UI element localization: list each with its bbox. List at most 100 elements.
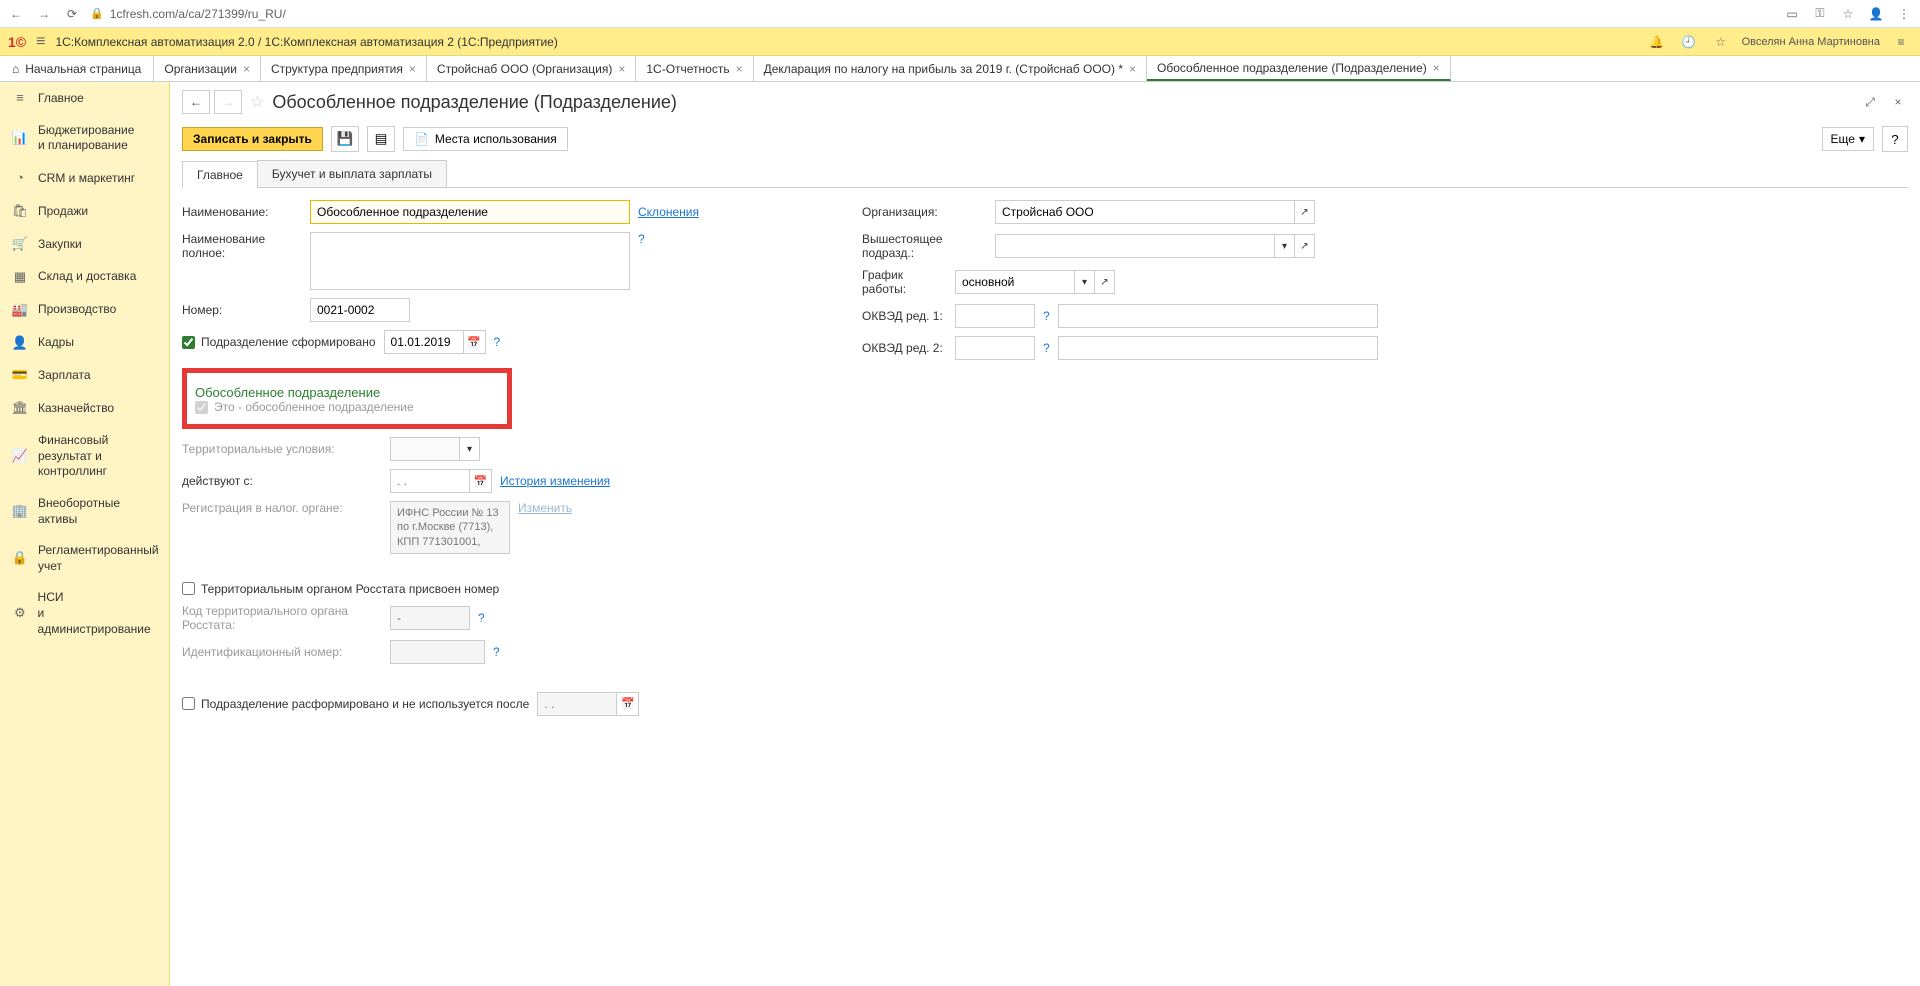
- help-rosstat-code[interactable]: ?: [478, 611, 485, 625]
- ext-icon-key[interactable]: ⚿: [1810, 4, 1830, 24]
- lock-icon: 🔒: [12, 550, 28, 567]
- parent-input[interactable]: [995, 234, 1275, 258]
- tab-structure[interactable]: Структура предприятия×: [261, 56, 427, 81]
- browser-reload[interactable]: ⟳: [62, 4, 82, 24]
- nav-salary[interactable]: 💳Зарплата: [0, 359, 169, 392]
- close-icon[interactable]: ×: [243, 62, 250, 76]
- open-icon[interactable]: ↗: [1295, 234, 1315, 258]
- subtabs: Главное Бухучет и выплата зарплаты: [182, 160, 1908, 188]
- browser-menu-icon[interactable]: ⋮: [1894, 4, 1914, 24]
- help-fullname[interactable]: ?: [638, 232, 645, 246]
- history-link[interactable]: История изменения: [500, 474, 610, 488]
- gear-icon: ⚙: [12, 605, 28, 622]
- subtab-accounting[interactable]: Бухучет и выплата зарплаты: [257, 160, 447, 187]
- url-text: 1cfresh.com/a/ca/271399/ru_RU/: [110, 7, 286, 21]
- nav-treasury[interactable]: 🏛Казначейство: [0, 392, 169, 425]
- okved1-code-input[interactable]: [955, 304, 1035, 328]
- user-name[interactable]: Овселян Анна Мартиновна: [1742, 36, 1880, 48]
- name-input[interactable]: [310, 200, 630, 224]
- nav-crm[interactable]: ◔CRM и маркетинг: [0, 162, 169, 195]
- tab-reporting[interactable]: 1С-Отчетность×: [636, 56, 753, 81]
- open-icon[interactable]: ↗: [1295, 200, 1315, 224]
- browser-star-icon[interactable]: ☆: [1838, 4, 1858, 24]
- close-icon[interactable]: ×: [1433, 61, 1440, 75]
- ext-icon-1[interactable]: ▭: [1782, 4, 1802, 24]
- nav-main[interactable]: ≡Главное: [0, 82, 169, 115]
- browser-forward[interactable]: →: [34, 4, 54, 24]
- tab-subdivision[interactable]: Обособленное подразделение (Подразделени…: [1147, 56, 1451, 81]
- okved1-desc-input[interactable]: [1058, 304, 1378, 328]
- home-tab-label: Начальная страница: [25, 62, 141, 76]
- nav-nsi[interactable]: ⚙НСИ и администрирование: [0, 582, 169, 645]
- doc-button[interactable]: ▤: [367, 126, 395, 152]
- okved2-desc-input[interactable]: [1058, 336, 1378, 360]
- favorite-star-icon[interactable]: ☆: [250, 92, 264, 112]
- chevron-down-icon[interactable]: ▾: [1275, 234, 1295, 258]
- chevron-down-icon[interactable]: ▾: [1075, 270, 1095, 294]
- subtab-main[interactable]: Главное: [182, 161, 258, 188]
- close-icon[interactable]: ×: [736, 62, 743, 76]
- url-bar[interactable]: 🔒 1cfresh.com/a/ca/271399/ru_RU/: [90, 7, 286, 21]
- nav-regulated[interactable]: 🔒Регламентированный учет: [0, 535, 169, 582]
- tab-declaration[interactable]: Декларация по налогу на прибыль за 2019 …: [754, 56, 1147, 81]
- okved2-code-input[interactable]: [955, 336, 1035, 360]
- detach-icon[interactable]: ⤢: [1860, 92, 1880, 112]
- nav-budget[interactable]: 📊Бюджетирование и планирование: [0, 115, 169, 162]
- home-icon: ⌂: [12, 62, 19, 76]
- help-okved2[interactable]: ?: [1043, 341, 1050, 355]
- onec-main-menu[interactable]: ≡: [36, 33, 45, 51]
- effective-date-input[interactable]: [390, 469, 470, 493]
- help-okved1[interactable]: ?: [1043, 309, 1050, 323]
- fullname-textarea[interactable]: [310, 232, 630, 290]
- org-input[interactable]: [995, 200, 1295, 224]
- onec-logo: 1©: [8, 34, 26, 50]
- browser-back[interactable]: ←: [6, 4, 26, 24]
- number-input[interactable]: [310, 298, 410, 322]
- help-idnum[interactable]: ?: [493, 645, 500, 659]
- help-formed[interactable]: ?: [494, 335, 501, 349]
- nav-warehouse[interactable]: ▦Склад и доставка: [0, 261, 169, 294]
- help-button[interactable]: ?: [1882, 126, 1908, 152]
- declension-link[interactable]: Склонения: [638, 205, 699, 219]
- disbanded-date-input: [537, 692, 617, 716]
- close-icon[interactable]: ×: [1129, 62, 1136, 76]
- star-icon[interactable]: ☆: [1710, 31, 1732, 53]
- change-link[interactable]: Изменить: [518, 501, 572, 515]
- home-tab[interactable]: ⌂ Начальная страница: [0, 56, 154, 81]
- nav-hr[interactable]: 👤Кадры: [0, 327, 169, 360]
- nav-finresult[interactable]: 📈Финансовый результат и контроллинг: [0, 425, 169, 488]
- label-fullname: Наименование полное:: [182, 232, 302, 260]
- nav-assets[interactable]: 🏢Внеоборотные активы: [0, 488, 169, 535]
- nav-back-button[interactable]: ←: [182, 90, 210, 114]
- user-menu-icon[interactable]: ≡: [1890, 31, 1912, 53]
- formed-date-input[interactable]: [384, 330, 464, 354]
- more-button[interactable]: Еще▾: [1822, 127, 1874, 151]
- nav-forward-button[interactable]: →: [214, 90, 242, 114]
- close-page-icon[interactable]: ×: [1888, 92, 1908, 112]
- history-icon[interactable]: 🕘: [1678, 31, 1700, 53]
- save-button[interactable]: 💾: [331, 126, 359, 152]
- tab-orgs[interactable]: Организации×: [154, 56, 261, 81]
- browser-profile-icon[interactable]: 👤: [1866, 4, 1886, 24]
- close-icon[interactable]: ×: [618, 62, 625, 76]
- nav-production[interactable]: 🏭Производство: [0, 294, 169, 327]
- calendar-icon[interactable]: 📅: [470, 469, 492, 493]
- nav-purchases[interactable]: 🛒Закупки: [0, 228, 169, 261]
- disbanded-checkbox[interactable]: Подразделение расформировано и не исполь…: [182, 697, 529, 711]
- formed-checkbox[interactable]: Подразделение сформировано: [182, 335, 376, 349]
- form-area: Наименование: Склонения Наименование пол…: [170, 188, 1920, 728]
- close-icon[interactable]: ×: [409, 62, 416, 76]
- open-icon[interactable]: ↗: [1095, 270, 1115, 294]
- schedule-input[interactable]: [955, 270, 1075, 294]
- label-okved2: ОКВЭД ред. 2:: [862, 341, 947, 355]
- usage-places-button[interactable]: 📄Места использования: [403, 127, 568, 151]
- calendar-icon[interactable]: 📅: [464, 330, 486, 354]
- bell-icon[interactable]: 🔔: [1646, 31, 1668, 53]
- bank-icon: 🏛: [12, 400, 28, 417]
- save-close-button[interactable]: Записать и закрыть: [182, 127, 323, 151]
- tab-stroysnab[interactable]: Стройснаб ООО (Организация)×: [427, 56, 636, 81]
- nav-sales[interactable]: 🛍Продажи: [0, 195, 169, 228]
- label-org: Организация:: [862, 205, 987, 219]
- rosstat-checkbox[interactable]: Территориальным органом Росстата присвое…: [182, 582, 822, 596]
- separate-subdivision-section: Обособленное подразделение Это - обособл…: [182, 368, 512, 429]
